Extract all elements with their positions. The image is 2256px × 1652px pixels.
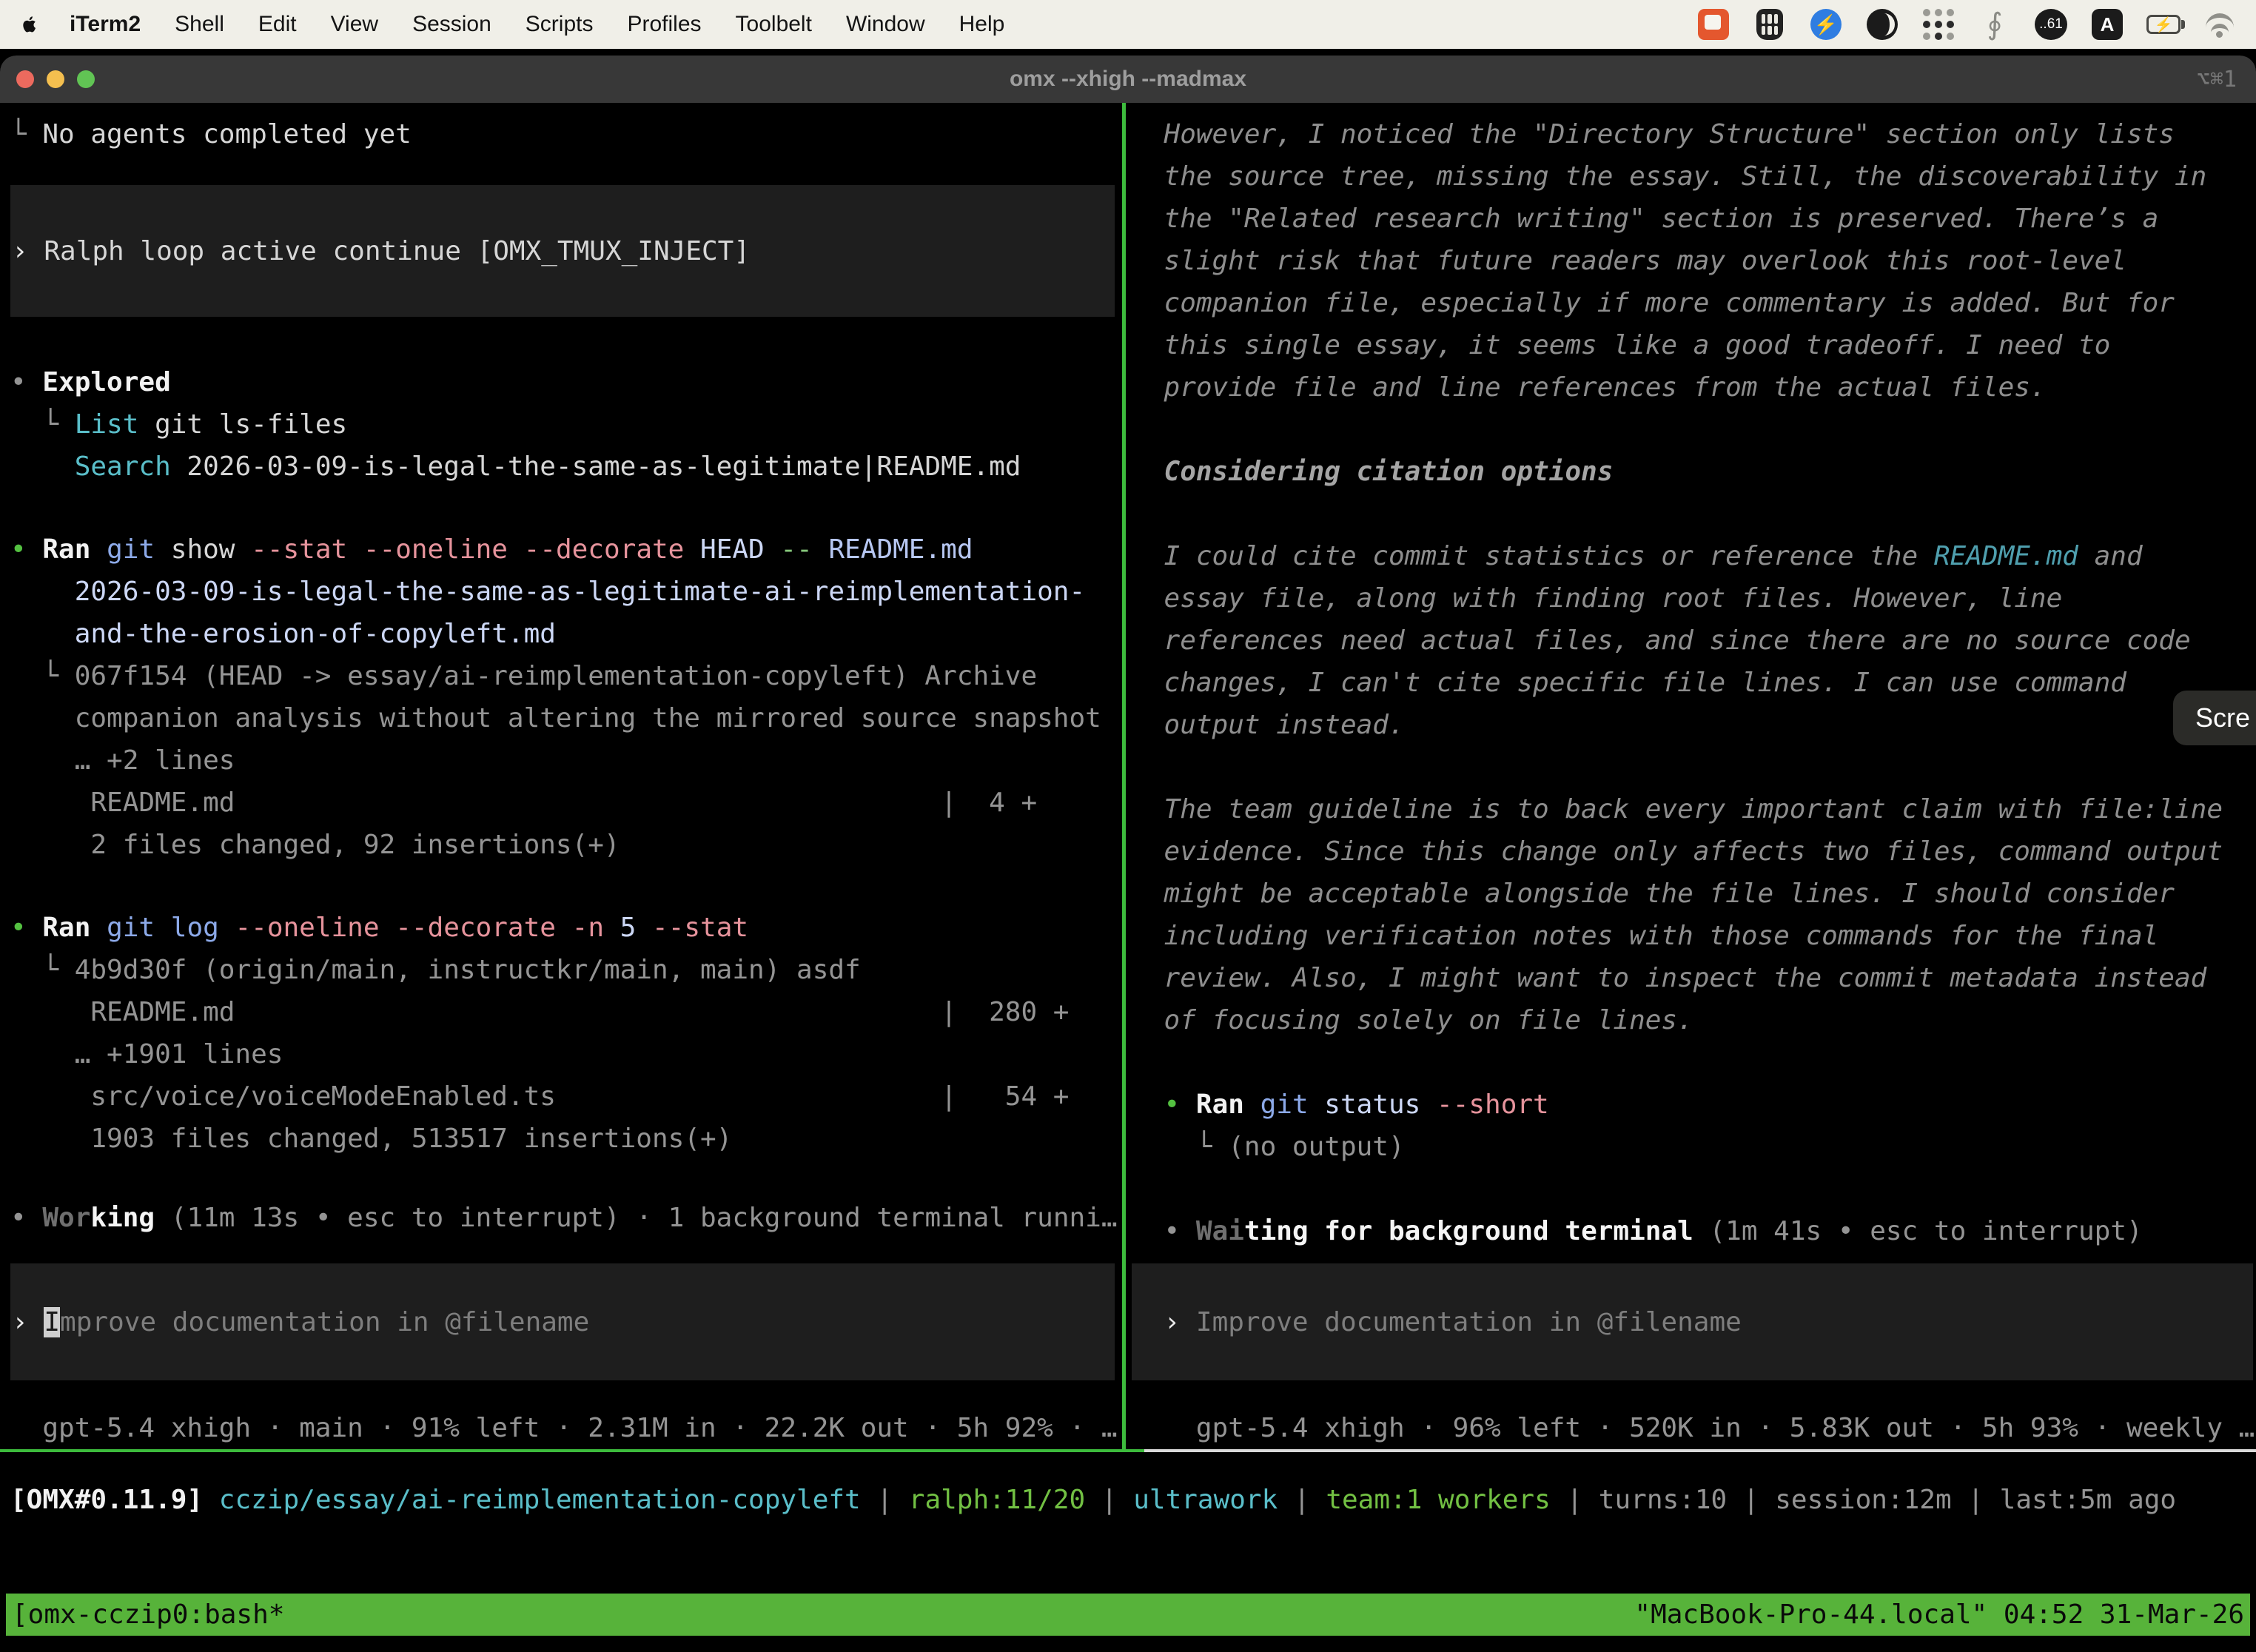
git-log-block: • Ran git log --oneline --decorate -n 5 … [10,907,1118,1160]
usage-badge-icon[interactable]: ..61 [2034,7,2068,41]
waiting-status-line: • Waiting for background terminal (1m 41… [1164,1210,2255,1252]
window-titlebar[interactable]: omx --xhigh --madmax ⌥⌘1 [0,56,2256,103]
right-bottom-cluster: › Improve documentation in @filename gpt… [1164,1263,2255,1449]
apple-menu-icon[interactable] [19,14,44,35]
tmux-host-clock: "MacBook-Pro-44.local" 04:52 31-Mar-26 [1634,1599,2244,1630]
ralph-loop-banner: › Ralph loop active continue [OMX_TMUX_I… [10,185,1115,317]
tmux-status-bar: [omx-cczip0:bash* "MacBook-Pro-44.local"… [6,1594,2250,1636]
chat-app-icon[interactable] [1696,7,1730,41]
git-show-block: • Ran git show --stat --oneline --decora… [10,528,1118,866]
menu-status-icons: ⚡ ∮ ..61 A ⚡ [1696,7,2237,41]
menu-item-scripts[interactable]: Scripts [526,12,594,37]
menu-item-profiles[interactable]: Profiles [627,12,701,37]
terminal-content: └ No agents completed yet › Ralph loop a… [0,103,2256,1652]
model-status-right: gpt-5.4 xhigh · 96% left · 520K in · 5.8… [1164,1407,2255,1449]
screen-notification-chip[interactable]: Scre [2173,691,2256,745]
explored-block: • Explored └ List git ls-files Search 20… [10,361,1118,488]
menu-item-help[interactable]: Help [959,12,1005,37]
git-status-block: • Ran git status --short └ (no output) [1164,1084,2255,1168]
wifi-icon[interactable] [2203,7,2237,41]
battery-icon[interactable]: ⚡ [2146,7,2181,41]
menu-item-view[interactable]: View [331,12,378,37]
menu-item-session[interactable]: Session [412,12,491,37]
working-status-line: • Working (11m 13s • esc to interrupt) ·… [10,1197,1118,1239]
squiggle-icon[interactable]: ∮ [1978,7,2012,41]
menu-item-edit[interactable]: Edit [258,12,297,37]
pane-left[interactable]: └ No agents completed yet › Ralph loop a… [0,103,1126,1449]
prompt-input-left[interactable]: › Improve documentation in @filename [10,1263,1115,1380]
tmux-panes: └ No agents completed yet › Ralph loop a… [0,103,2256,1449]
reasoning-paragraph-2: I could cite commit statistics or refere… [1164,535,2255,746]
agents-completed-line: └ No agents completed yet [10,113,1118,155]
left-bottom-cluster: › Improve documentation in @filename gpt… [10,1263,1118,1449]
desktop-gap [0,49,2256,56]
pane-right[interactable]: However, I noticed the "Directory Struct… [1126,103,2256,1449]
reasoning-paragraph-3: The team guideline is to back every impo… [1164,788,2255,1041]
window-bottom-edge [0,1636,2256,1652]
reasoning-paragraph-1: However, I noticed the "Directory Struct… [1164,113,2255,409]
shield-icon[interactable] [1753,7,1787,41]
menu-item-shell[interactable]: Shell [175,12,224,37]
prompt-input-right[interactable]: › Improve documentation in @filename [1132,1263,2254,1380]
model-status-left: gpt-5.4 xhigh · main · 91% left · 2.31M … [10,1407,1118,1449]
menu-bar: iTerm2 Shell Edit View Session Scripts P… [0,0,2256,49]
menu-item-iterm2[interactable]: iTerm2 [70,12,141,37]
window-shortcut-badge: ⌥⌘1 [2197,67,2237,93]
iterm-window: omx --xhigh --madmax ⌥⌘1 └ No agents com… [0,56,2256,1652]
omx-status-bar: [OMX#0.11.9] cczip/essay/ai-reimplementa… [0,1452,2256,1594]
bolt-badge-icon[interactable]: ⚡ [1809,7,1843,41]
dots-grid-icon[interactable] [1921,7,1955,41]
window-title: omx --xhigh --madmax [0,67,2256,92]
menu-item-toolbelt[interactable]: Toolbelt [736,12,812,37]
omx-status-text: [OMX#0.11.9] cczip/essay/ai-reimplementa… [10,1485,2176,1515]
reasoning-heading: Considering citation options [1164,451,2255,493]
tmux-session-label: [omx-cczip0:bash* [12,1599,284,1630]
menu-item-window[interactable]: Window [846,12,925,37]
assistant-a-icon[interactable]: A [2090,7,2124,41]
moon-circle-icon[interactable] [1865,7,1899,41]
